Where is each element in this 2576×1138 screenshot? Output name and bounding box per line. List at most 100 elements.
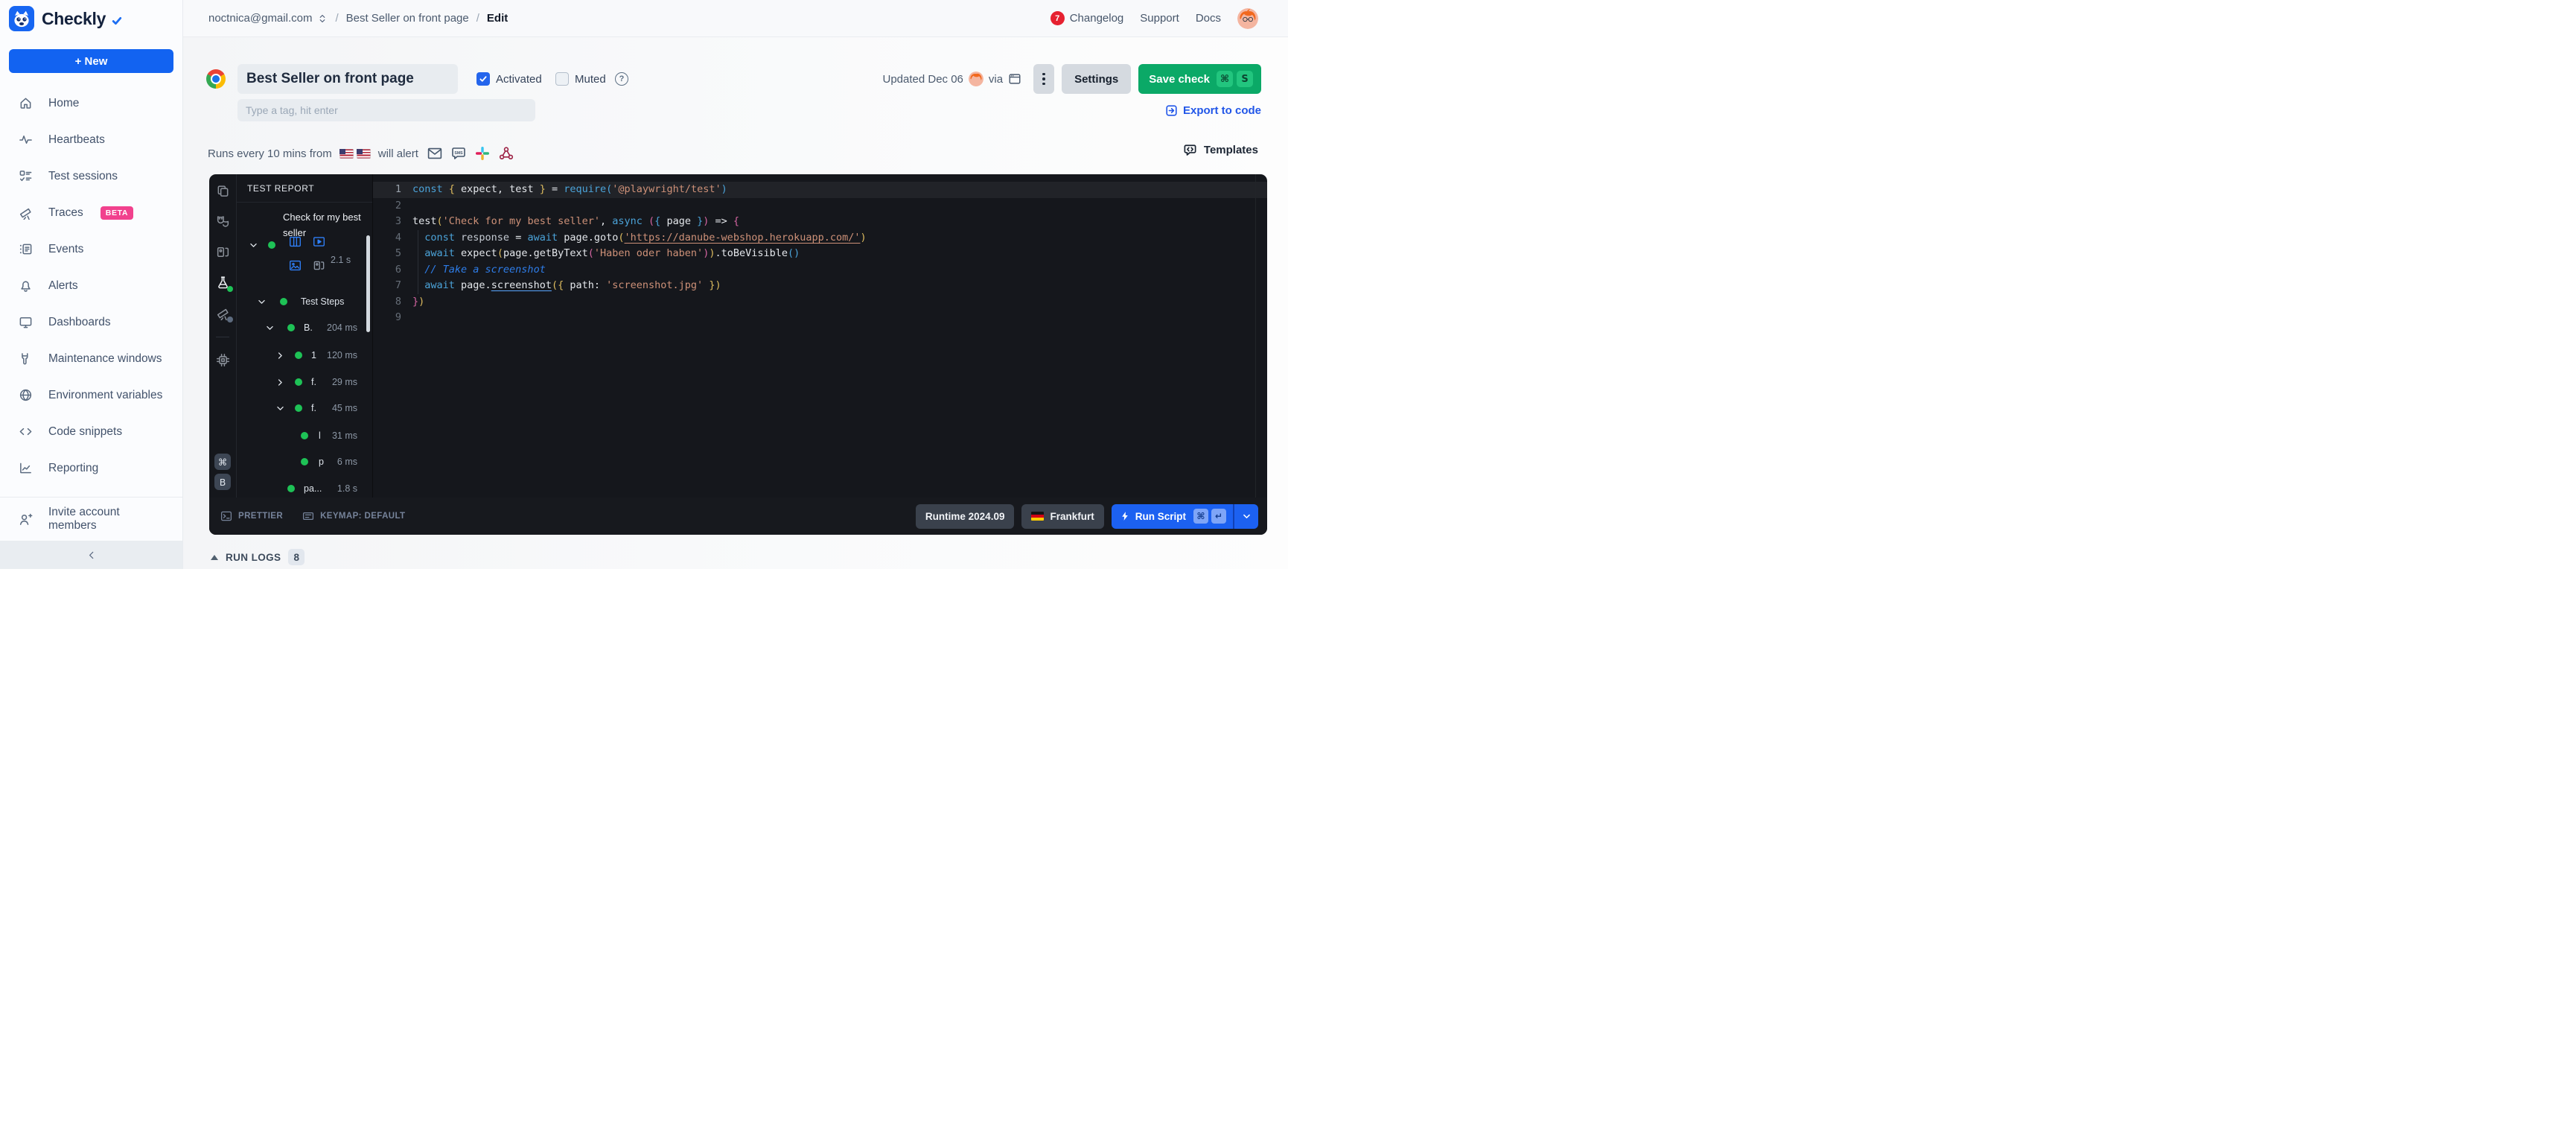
export-to-code-link[interactable]: Export to code [1165, 104, 1261, 117]
sidebar-item-home[interactable]: Home [0, 85, 182, 121]
run-logs-toggle[interactable]: RUN LOGS 8 [211, 549, 305, 565]
code-area[interactable]: 1const { expect, test } = require('@play… [373, 174, 1267, 498]
video-icon[interactable] [313, 235, 325, 248]
tree-node-duration: 204 ms [327, 322, 357, 333]
alert-channel-icons: SMS [427, 146, 514, 161]
top-header: noctnica@gmail.com / Best Seller on fron… [183, 0, 1288, 37]
tree-node-duration: 1.8 s [337, 483, 357, 494]
help-icon[interactable]: ? [615, 72, 628, 86]
muted-label: Muted [575, 73, 606, 86]
copy-tool-icon[interactable] [216, 184, 230, 198]
support-link[interactable]: Support [1140, 12, 1179, 25]
triangle-up-icon [211, 555, 218, 560]
flip-icon[interactable] [313, 259, 325, 272]
tree-node-root[interactable]: Check for my best seller2.1 s [237, 203, 372, 290]
chevron-right-icon[interactable] [275, 378, 285, 387]
sidebar-item-maintenance-windows[interactable]: Maintenance windows [0, 340, 182, 377]
prettier-status[interactable]: PRETTIER [220, 510, 283, 522]
user-avatar[interactable] [1237, 8, 1258, 29]
status-passed-dot [287, 485, 295, 492]
run-options-button[interactable] [1234, 504, 1258, 529]
region-button[interactable]: Frankfurt [1021, 504, 1103, 529]
slack-icon[interactable] [475, 146, 490, 161]
activated-checkbox[interactable]: Activated [476, 64, 542, 94]
webhook-icon[interactable] [499, 146, 514, 161]
updated-info: Updated Dec 06 via [882, 71, 1021, 86]
tree-node[interactable]: f.45 ms [237, 401, 362, 415]
brand-logo[interactable]: Checkly [0, 0, 182, 37]
sidebar-item-environment-variables[interactable]: Environment variables [0, 377, 182, 413]
tree-node[interactable]: pa...1.8 s [237, 482, 362, 495]
tree-node-duration: 120 ms [327, 350, 357, 360]
sidebar-item-traces[interactable]: TracesBETA [0, 194, 182, 231]
tree-node[interactable]: 1120 ms [237, 349, 362, 362]
docs-link[interactable]: Docs [1196, 12, 1221, 25]
tree-node-label: l [319, 430, 321, 441]
sidebar-nav: HomeHeartbeatsTest sessionsTracesBETAEve… [0, 85, 182, 486]
image-icon[interactable] [289, 259, 302, 272]
tree-node[interactable]: Test Steps [237, 295, 362, 308]
minimap-divider [1255, 174, 1256, 498]
flip-tool-icon[interactable] [216, 245, 230, 259]
code-line[interactable]: 2 [373, 198, 1267, 214]
telescope-tool-icon[interactable] [216, 306, 230, 320]
chevron-down-icon[interactable] [257, 297, 267, 307]
code-line[interactable]: 8}) [373, 294, 1267, 311]
status-passed-dot [287, 324, 295, 331]
tree-node[interactable]: p6 ms [237, 455, 362, 468]
sidebar-item-alerts[interactable]: Alerts [0, 267, 182, 304]
muted-checkbox[interactable]: Muted [555, 64, 606, 94]
chevron-right-icon[interactable] [275, 351, 285, 360]
save-check-label: Save check [1149, 73, 1210, 86]
chevron-down-icon[interactable] [265, 323, 275, 333]
more-options-button[interactable] [1033, 64, 1054, 94]
chevron-down-icon[interactable] [275, 404, 285, 413]
envelope-icon[interactable] [427, 146, 442, 161]
tree-node[interactable]: B.204 ms [237, 321, 362, 334]
templates-button[interactable]: Templates [1183, 143, 1258, 157]
sms-icon[interactable]: SMS [451, 146, 466, 161]
runtime-button[interactable]: Runtime 2024.09 [916, 504, 1015, 529]
code-line[interactable]: 9 [373, 310, 1267, 326]
sidebar-item-heartbeats[interactable]: Heartbeats [0, 121, 182, 158]
account-switcher[interactable]: noctnica@gmail.com [208, 12, 328, 25]
changelog-link[interactable]: 7 Changelog [1051, 11, 1124, 25]
sidebar-item-code-snippets[interactable]: Code snippets [0, 413, 182, 450]
checklist-icon [19, 169, 33, 183]
panel-scrollbar[interactable] [366, 235, 370, 332]
tag-input[interactable] [237, 99, 535, 121]
tree-node[interactable]: l31 ms [237, 429, 362, 442]
code-line[interactable]: 6 // Take a screenshot [373, 262, 1267, 279]
sidebar-item-dashboards[interactable]: Dashboards [0, 304, 182, 340]
flask-tool-icon[interactable] [216, 276, 230, 290]
sidebar-item-reporting[interactable]: Reporting [0, 450, 182, 486]
sidebar-item-events[interactable]: Events [0, 231, 182, 267]
sidebar-item-invite-account-members[interactable]: Invite account members [0, 497, 182, 541]
sidebar-item-test-sessions[interactable]: Test sessions [0, 158, 182, 194]
chevron-down-icon[interactable] [249, 241, 258, 250]
run-script-button[interactable]: Run Script ⌘↵ [1112, 504, 1233, 529]
checkbox-unchecked-icon[interactable] [555, 72, 569, 86]
code-line[interactable]: 5 await expect(page.getByText('Haben ode… [373, 246, 1267, 262]
new-button[interactable]: + New [9, 49, 173, 73]
code-line[interactable]: 3test('Check for my best seller', async … [373, 214, 1267, 230]
key-badge: ↵ [1211, 509, 1226, 524]
masks-tool-icon[interactable] [216, 214, 230, 229]
checkbox-checked-icon[interactable] [476, 72, 490, 86]
columns-icon[interactable] [289, 235, 302, 248]
settings-button[interactable]: Settings [1062, 64, 1131, 94]
keymap-status[interactable]: KEYMAP: DEFAULT [302, 510, 405, 522]
sidebar-collapse-button[interactable] [0, 541, 182, 569]
code-line[interactable]: 4 const response = await page.goto('http… [373, 230, 1267, 247]
code-line[interactable]: 7 await page.screenshot({ path: 'screens… [373, 278, 1267, 294]
tree-node[interactable]: f.29 ms [237, 375, 362, 389]
via-label: via [989, 73, 1003, 86]
editor-status-bar: PRETTIER KEYMAP: DEFAULT Runtime 2024.09… [209, 498, 1267, 535]
save-check-button[interactable]: Save check ⌘S [1138, 64, 1261, 94]
breadcrumb-check-name[interactable]: Best Seller on front page [346, 12, 469, 25]
code-line[interactable]: 1const { expect, test } = require('@play… [373, 182, 1267, 198]
check-name-input[interactable] [237, 64, 458, 94]
run-logs-label: RUN LOGS [226, 552, 281, 563]
rail-shortcut-keys: ⌘B [214, 454, 231, 490]
chip-tool-icon[interactable] [216, 353, 230, 367]
